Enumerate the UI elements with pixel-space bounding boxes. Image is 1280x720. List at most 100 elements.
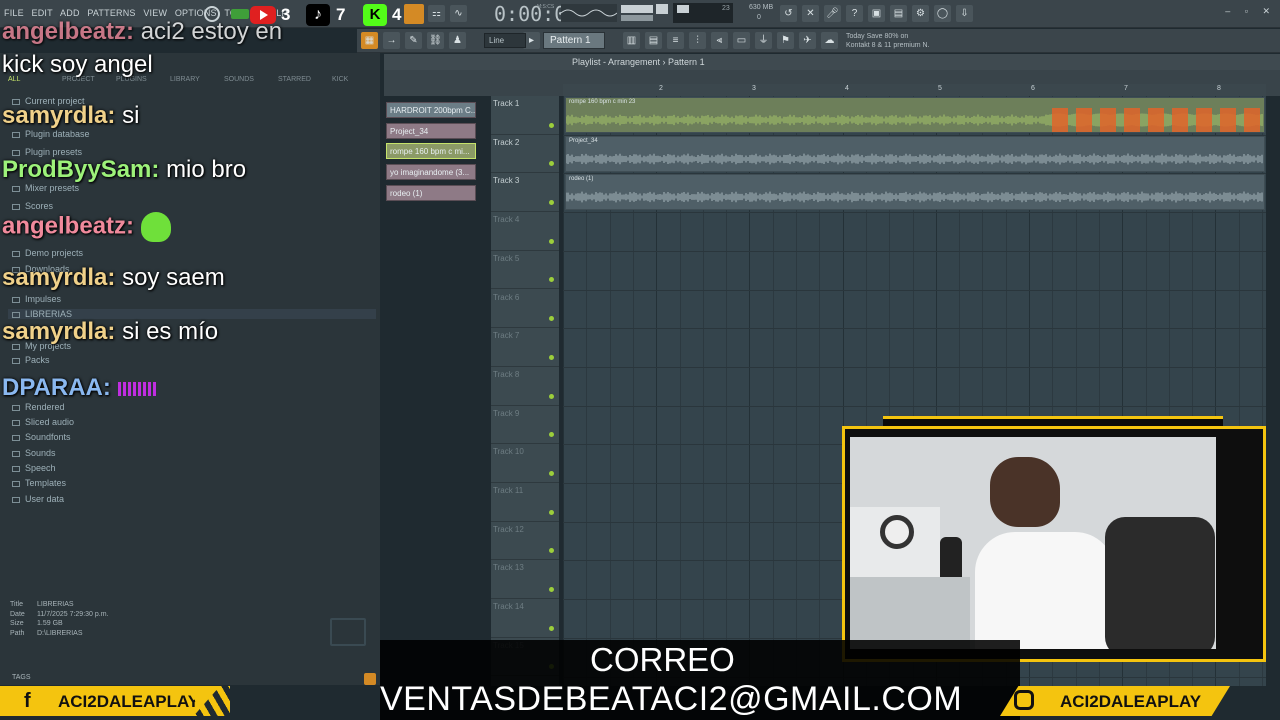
track-mute-led[interactable] xyxy=(549,587,554,593)
browser-item[interactable]: Scores xyxy=(12,201,53,211)
track-mute-led[interactable] xyxy=(549,509,554,515)
menu-add[interactable]: ADD xyxy=(60,8,80,18)
news-ticker[interactable]: Today Save 80% on Kontakt 8 & 11 premium … xyxy=(846,32,946,50)
tab-sounds[interactable]: SOUNDS xyxy=(224,76,278,83)
track-header[interactable]: Track 9 xyxy=(491,406,559,445)
browser-item[interactable]: Plugin database xyxy=(12,129,90,139)
track-header[interactable]: Track 12 xyxy=(491,522,559,561)
track-header[interactable]: Track 11 xyxy=(491,483,559,522)
record-icon[interactable]: ✈ xyxy=(799,32,816,49)
save-icon[interactable]: ▣ xyxy=(868,5,885,22)
audio-clip[interactable]: Project_34 xyxy=(565,135,1265,172)
undo-icon[interactable]: ↺ xyxy=(780,5,797,22)
snap-mode-select[interactable]: Line xyxy=(484,33,526,48)
link-icon[interactable]: ⛓ xyxy=(427,32,444,49)
track-mute-led[interactable] xyxy=(549,161,554,167)
track-mute-led[interactable] xyxy=(549,200,554,206)
cut-icon[interactable]: ✕ xyxy=(802,5,819,22)
search-icon[interactable] xyxy=(364,673,376,685)
mixer-icon[interactable] xyxy=(656,4,668,14)
chat-icon[interactable]: ◯ xyxy=(934,5,951,22)
track-mute-led[interactable] xyxy=(549,470,554,476)
info-icon[interactable]: ? xyxy=(846,5,863,22)
browser-item[interactable]: Templates xyxy=(12,478,66,488)
track-mute-led[interactable] xyxy=(549,277,554,283)
track-header[interactable]: Track 8 xyxy=(491,367,559,406)
browser-item[interactable]: Mixer presets xyxy=(12,183,79,193)
track-header[interactable]: Track 14 xyxy=(491,599,559,638)
audio-clip[interactable]: rodeo (1) xyxy=(565,174,1265,211)
browser-item[interactable]: Sounds xyxy=(12,448,56,458)
browser-item[interactable]: Sliced audio xyxy=(12,417,74,427)
browser-item[interactable]: Impulses xyxy=(12,294,61,304)
track-header[interactable]: Track 6 xyxy=(491,290,559,329)
routing-icon[interactable]: ⫷ xyxy=(711,32,728,49)
plugin-icon[interactable]: ⚙ xyxy=(912,5,929,22)
master-volume-slider[interactable] xyxy=(621,5,653,13)
track-mute-led[interactable] xyxy=(549,122,554,128)
browser-item[interactable]: Packs xyxy=(12,355,50,365)
tab-kick[interactable]: KICK xyxy=(332,76,386,83)
track-mute-led[interactable] xyxy=(549,393,554,399)
track-mute-led[interactable] xyxy=(549,625,554,631)
step-icon[interactable]: ⚏ xyxy=(428,5,445,22)
browser-icon[interactable]: ▭ xyxy=(733,32,750,49)
clip-item[interactable]: yo imaginandome (3... xyxy=(386,164,476,180)
track-header[interactable]: Track 13 xyxy=(491,560,559,600)
playlist-pattern[interactable]: Pattern 1 xyxy=(668,57,705,67)
track-header[interactable]: Track 10 xyxy=(491,444,559,483)
track-mute-led[interactable] xyxy=(549,548,554,554)
info-date: 11/7/2025 7:29:30 p.m. xyxy=(37,610,109,618)
clip-item[interactable]: rodeo (1) xyxy=(386,185,476,201)
track-mute-led[interactable] xyxy=(549,432,554,438)
tempo-box[interactable] xyxy=(404,4,424,24)
window-controls[interactable]: ‒ ▫ ✕ xyxy=(1225,6,1276,17)
bar-number: 2 xyxy=(659,85,663,92)
render-icon[interactable]: ▤ xyxy=(890,5,907,22)
master-pitch-slider[interactable] xyxy=(621,15,653,21)
plug-icon[interactable]: ⏚ xyxy=(755,32,772,49)
pattern-select[interactable]: Pattern 1 xyxy=(543,32,605,49)
browser-item[interactable]: Demo projects xyxy=(12,248,83,258)
menu-patterns[interactable]: PATTERNS xyxy=(87,8,135,18)
pencil-icon[interactable]: ✎ xyxy=(405,32,422,49)
tab-library[interactable]: LIBRARY xyxy=(170,76,224,83)
playlist-icon[interactable]: ▦ xyxy=(361,32,378,49)
cloud-icon[interactable]: ☁ xyxy=(821,32,838,49)
track-header[interactable]: Track 3 xyxy=(491,173,559,213)
track-header[interactable]: Track 2 xyxy=(491,135,559,174)
menu-view[interactable]: VIEW xyxy=(143,8,167,18)
menu-file[interactable]: FILE xyxy=(4,8,24,18)
piano-roll-icon[interactable]: ▥ xyxy=(623,32,640,49)
audio-clip[interactable]: rompe 160 bpm c min 23 xyxy=(565,97,1265,133)
track-header[interactable]: Track 5 xyxy=(491,251,559,290)
track-header[interactable]: Track 4 xyxy=(491,212,559,251)
stamp-icon[interactable]: ♟ xyxy=(449,32,466,49)
channel-rack-icon[interactable]: ▤ xyxy=(645,32,662,49)
clip-item-selected[interactable]: rompe 160 bpm c mi... xyxy=(386,143,476,159)
browser-item[interactable]: Speech xyxy=(12,463,56,473)
arrow-icon[interactable]: → xyxy=(383,32,400,49)
timeline-ruler[interactable]: 2 3 4 5 6 7 8 xyxy=(563,84,1266,96)
mixer-view-icon[interactable]: ≡ xyxy=(667,32,684,49)
download-icon[interactable]: ⇩ xyxy=(956,5,973,22)
browser-item[interactable]: Rendered xyxy=(12,402,65,412)
track-header[interactable]: Track 7 xyxy=(491,328,559,367)
clip-item[interactable]: Project_34 xyxy=(386,123,476,139)
clip-item[interactable]: HARDROIT 200bpm C... xyxy=(386,102,476,118)
track-name: Track 7 xyxy=(493,331,520,341)
browser-item[interactable]: User data xyxy=(12,494,64,504)
tempo-icon[interactable]: ⚑ xyxy=(777,32,794,49)
tab-starred[interactable]: STARRED xyxy=(278,76,332,83)
youtube-count: 3 xyxy=(281,5,291,24)
track-header[interactable]: Track 1 xyxy=(491,96,559,135)
bar-number: 3 xyxy=(752,85,756,92)
metronome-icon[interactable]: ∿ xyxy=(450,5,467,22)
track-mute-led[interactable] xyxy=(549,316,554,322)
track-mute-led[interactable] xyxy=(549,354,554,360)
mic-icon[interactable]: 🎤︎ xyxy=(824,5,841,22)
menu-edit[interactable]: EDIT xyxy=(32,8,53,18)
eq-icon[interactable]: ⫶ xyxy=(689,32,706,49)
track-mute-led[interactable] xyxy=(549,238,554,244)
browser-item[interactable]: Soundfonts xyxy=(12,432,71,442)
